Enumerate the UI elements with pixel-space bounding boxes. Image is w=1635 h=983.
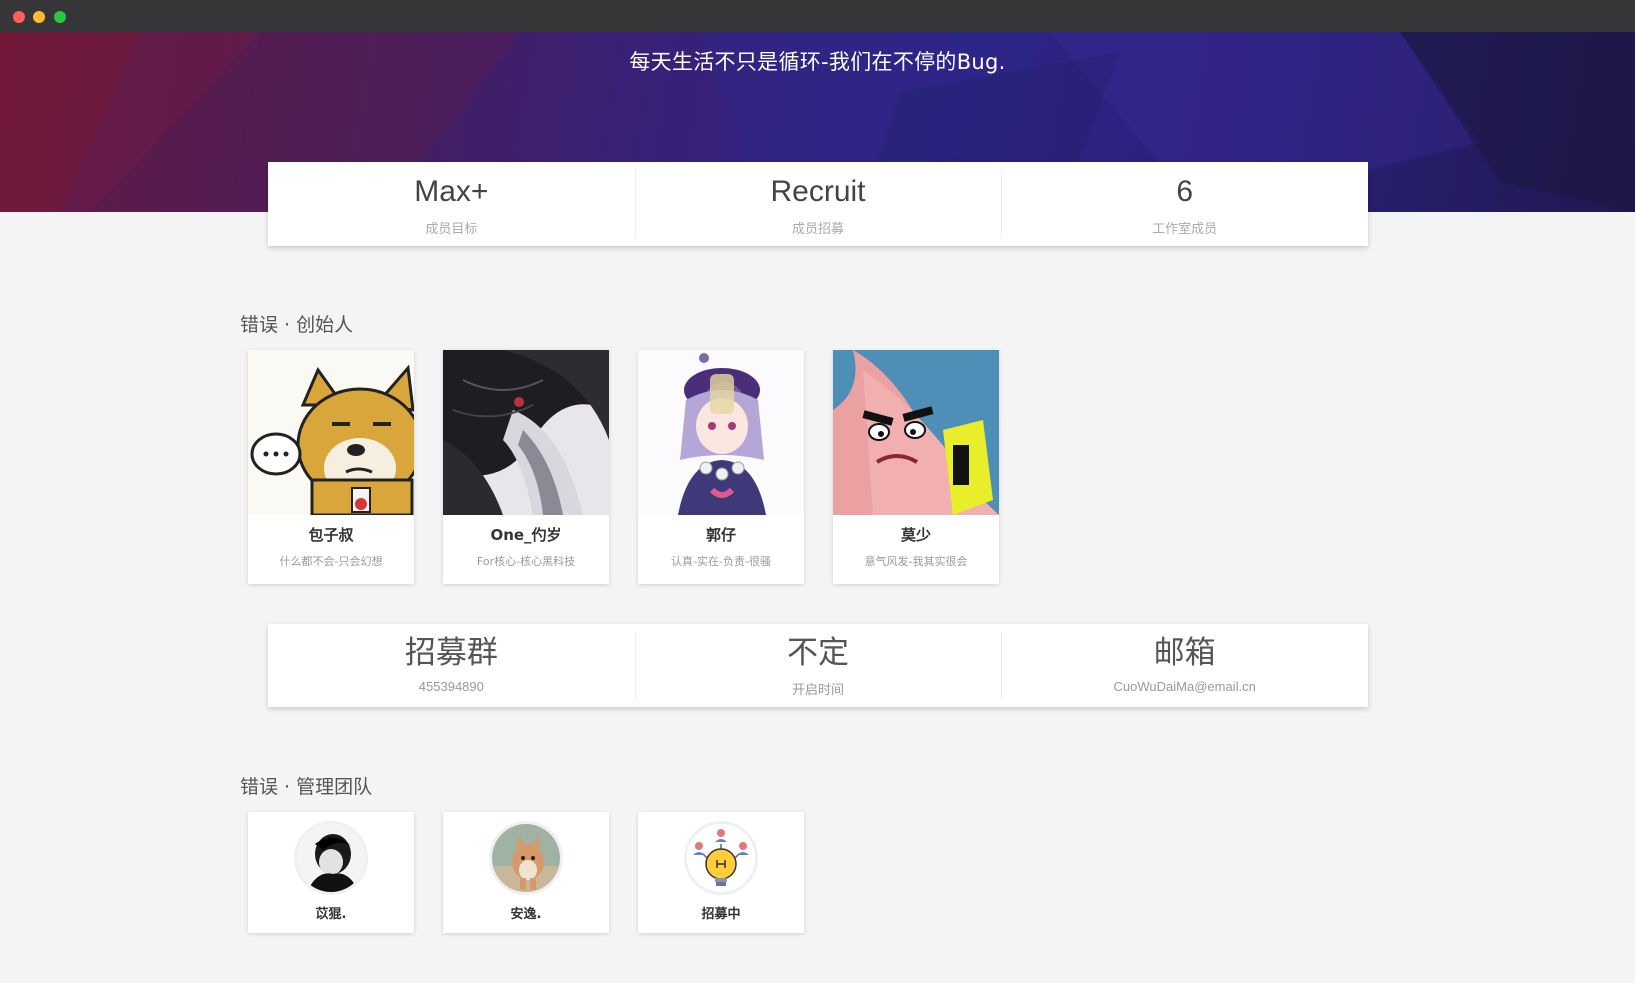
shiba-dog-avatar xyxy=(248,350,414,515)
stats-card-bottom: 招募群 455394890 不定 开启时间 邮箱 CuoWuDaiMa@emai… xyxy=(268,624,1368,707)
founders-heading: 错误 · 创始人 xyxy=(240,314,354,336)
member-description: For核心-核心黑科技 xyxy=(476,555,576,568)
avatar xyxy=(489,821,563,895)
manager-card[interactable]: 安逸. xyxy=(443,812,609,933)
member-description: 什么都不会-只会幻想 xyxy=(279,555,383,568)
anime-girl-avatar xyxy=(638,350,804,515)
member-name: 安逸. xyxy=(510,907,542,922)
lightbulb-team-icon xyxy=(687,824,755,892)
stat-value: Max+ xyxy=(414,175,489,208)
anime-dark-hair-avatar xyxy=(443,350,609,515)
close-window-button[interactable] xyxy=(13,11,25,23)
founder-card[interactable]: One_仢岁 For核心-核心黑科技 xyxy=(443,350,609,584)
member-name: 郭仔 xyxy=(705,526,736,544)
window-titlebar xyxy=(0,0,1635,32)
stat-label: 成员目标 xyxy=(425,222,478,237)
stat-value: 招募群 xyxy=(404,635,498,671)
manager-card[interactable]: 招募中 xyxy=(638,812,804,933)
founder-card[interactable]: 包子叔 什么都不会-只会幻想 xyxy=(248,350,414,584)
stat-email: 邮箱 CuoWuDaiMa@email.cn xyxy=(1001,624,1368,707)
stats-card-top: Max+ 成员目标 Recruit 成员招募 6 工作室成员 xyxy=(268,162,1368,246)
page-slogan: 每天生活不只是循环-我们在不停的Bug. xyxy=(629,50,1006,74)
stat-open-time: 不定 开启时间 xyxy=(634,624,1002,707)
stat-recruit-group: 招募群 455394890 xyxy=(268,624,635,707)
manager-card[interactable]: 苡猑. xyxy=(248,812,414,933)
member-name: 莫少 xyxy=(900,526,931,544)
stat-value: 邮箱 xyxy=(1153,635,1216,671)
avatar xyxy=(684,821,758,895)
member-description: 认真-实在-负责-很骚 xyxy=(671,555,771,568)
corgi-dog-avatar xyxy=(492,824,560,892)
member-description: 意气风发-我其实很会 xyxy=(864,555,968,568)
stat-recruit: Recruit 成员招募 xyxy=(634,162,1002,246)
founder-card[interactable]: 莫少 意气风发-我其实很会 xyxy=(833,350,999,584)
management-heading: 错误 · 管理团队 xyxy=(240,776,373,798)
stat-member-count: 6 工作室成员 xyxy=(1001,162,1368,246)
member-name: 苡猑. xyxy=(315,907,347,922)
stat-value: Recruit xyxy=(770,175,866,208)
monochrome-person-avatar xyxy=(297,824,365,892)
founder-card[interactable]: 郭仔 认真-实在-负责-很骚 xyxy=(638,350,804,584)
stat-value: 不定 xyxy=(787,635,849,671)
stat-label[interactable]: CuoWuDaiMa@email.cn xyxy=(1001,679,1368,694)
stat-value: 6 xyxy=(1176,175,1194,208)
stat-member-goal: Max+ 成员目标 xyxy=(268,162,635,246)
minimize-window-button[interactable] xyxy=(33,11,45,23)
stat-label: 成员招募 xyxy=(792,222,845,237)
avatar xyxy=(294,821,368,895)
member-name: 招募中 xyxy=(701,907,741,922)
stat-label: 工作室成员 xyxy=(1152,222,1218,237)
member-name: One_仢岁 xyxy=(490,526,562,544)
maximize-window-button[interactable] xyxy=(54,11,66,23)
stat-label: 455394890 xyxy=(418,679,484,694)
stat-label: 开启时间 xyxy=(792,682,845,697)
member-name: 包子叔 xyxy=(308,526,354,544)
patrick-star-avatar xyxy=(833,350,999,515)
